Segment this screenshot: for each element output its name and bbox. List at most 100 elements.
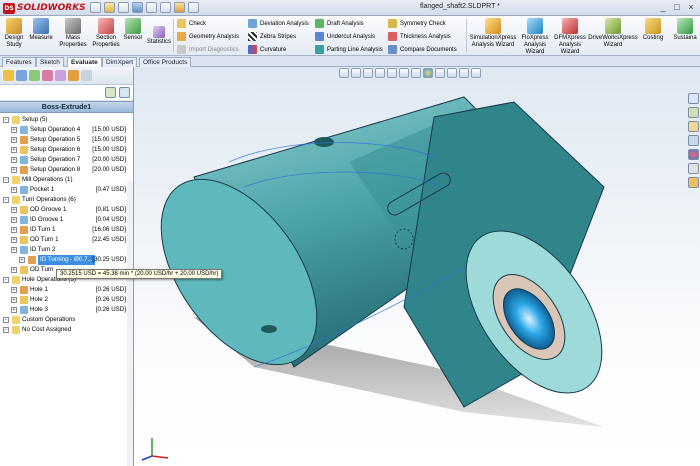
expand-toggle-icon[interactable]: − xyxy=(3,177,9,183)
tree-item[interactable]: − Setup (5) xyxy=(0,115,133,125)
expand-toggle-icon[interactable]: + xyxy=(11,207,17,213)
tree-item[interactable]: + Setup Operation 6 [15.00 USD] xyxy=(0,145,133,155)
tree-item[interactable]: + Hole 1 [0.26 USD] xyxy=(0,285,133,295)
costing-manager-icon[interactable] xyxy=(68,70,79,81)
tab-evaluate[interactable]: Evaluate xyxy=(67,57,102,67)
expand-toggle-icon[interactable]: + xyxy=(11,137,17,143)
import-diagnostics-button[interactable]: Import Diagnostics xyxy=(177,45,239,54)
display-manager-icon[interactable] xyxy=(55,70,66,81)
symmetry-check-button[interactable]: Symmetry Check xyxy=(388,19,446,28)
tree-item[interactable]: + OD Turn 1 [22.45 USD] xyxy=(0,235,133,245)
expand-toggle-icon[interactable]: − xyxy=(3,327,9,333)
graphics-area[interactable] xyxy=(134,67,700,466)
expand-toggle-icon[interactable]: + xyxy=(11,237,17,243)
expand-toggle-icon[interactable]: + xyxy=(11,217,17,223)
resources-icon[interactable] xyxy=(688,93,699,104)
expand-toggle-icon[interactable]: + xyxy=(19,257,25,263)
forward-arrow-icon[interactable] xyxy=(81,70,92,81)
tree-item[interactable]: + Pocket 1 [0.47 USD] xyxy=(0,185,133,195)
sustainability-button[interactable]: Sustaina xyxy=(670,18,700,42)
tree-item[interactable]: + ID Turn 1 [16.06 USD] xyxy=(0,225,133,235)
expand-toggle-icon[interactable]: + xyxy=(11,147,17,153)
tab-features[interactable]: Features xyxy=(2,57,36,67)
expand-toggle-icon[interactable]: + xyxy=(11,157,17,163)
expand-toggle-icon[interactable]: + xyxy=(11,167,17,173)
tree-item[interactable]: + Setup Operation 4 [15.00 USD] xyxy=(0,125,133,135)
file-explorer-icon[interactable] xyxy=(688,121,699,132)
tree-item[interactable]: − Turn Operations (6) xyxy=(0,195,133,205)
undercut-analysis-button[interactable]: Undercut Analysis xyxy=(315,32,375,41)
undo-icon[interactable] xyxy=(146,2,157,13)
section-properties-button[interactable]: Section Properties xyxy=(91,18,121,49)
select-icon[interactable] xyxy=(160,2,171,13)
tree-item[interactable]: + OD Groove 1 [0.81 USD] xyxy=(0,205,133,215)
configuration-manager-icon[interactable] xyxy=(29,70,40,81)
draft-analysis-button[interactable]: Draft Analysis xyxy=(315,19,364,28)
view-palette-icon[interactable] xyxy=(688,135,699,146)
expand-toggle-icon[interactable]: − xyxy=(3,117,9,123)
expand-toggle-icon[interactable]: + xyxy=(11,267,17,273)
measure-button[interactable]: Measure xyxy=(28,18,54,42)
appearances-icon[interactable] xyxy=(688,149,699,160)
sensor-button[interactable]: Sensor xyxy=(122,18,144,42)
help-icon[interactable] xyxy=(119,87,130,98)
simulationxpress-button[interactable]: SimulationXpress Analysis Wizard xyxy=(470,18,516,49)
custom-properties-icon[interactable] xyxy=(688,163,699,174)
driveworksxpress-button[interactable]: DriveWorksXpress Wizard xyxy=(588,18,638,49)
costing-button[interactable]: Costing xyxy=(640,18,666,42)
dfmxpress-button[interactable]: DFMXpress Analysis Wizard xyxy=(553,18,587,56)
ok-icon[interactable] xyxy=(105,87,116,98)
maximize-button[interactable]: □ xyxy=(672,2,682,12)
statistics-button[interactable]: Statistics xyxy=(146,26,172,46)
expand-toggle-icon[interactable]: + xyxy=(11,127,17,133)
save-icon[interactable] xyxy=(132,2,143,13)
expand-toggle-icon[interactable]: + xyxy=(11,227,17,233)
tree-item[interactable]: + Hole 2 [0.26 USD] xyxy=(0,295,133,305)
design-study-button[interactable]: Design Study xyxy=(3,18,25,49)
expand-toggle-icon[interactable]: − xyxy=(3,197,9,203)
dimxpert-manager-icon[interactable] xyxy=(42,70,53,81)
tree-item[interactable]: + ID Groove 1 [0.04 USD] xyxy=(0,215,133,225)
tree-item[interactable]: + ID Turning - Ø0.7... [30.25 USD] xyxy=(0,255,133,265)
minimize-button[interactable]: _ xyxy=(658,2,668,12)
expand-toggle-icon[interactable]: − xyxy=(3,277,9,283)
expand-toggle-icon[interactable]: + xyxy=(11,307,17,313)
tree-item[interactable]: + Setup Operation 7 [20.00 USD] xyxy=(0,155,133,165)
mass-properties-button[interactable]: Mass Properties xyxy=(58,18,88,49)
tab-sketch[interactable]: Sketch xyxy=(36,57,64,67)
feature-manager-icon[interactable] xyxy=(3,70,14,81)
parting-line-analysis-button[interactable]: Parting Line Analysis xyxy=(315,45,383,54)
zebra-stripes-button[interactable]: Zebra Stripes xyxy=(248,32,296,41)
part-model[interactable] xyxy=(134,67,700,466)
tree-item[interactable]: + Setup Operation 8 [20.00 USD] xyxy=(0,165,133,175)
tree-item[interactable]: + Setup Operation 5 [15.00 USD] xyxy=(0,135,133,145)
compare-documents-button[interactable]: Compare Documents xyxy=(388,45,457,54)
floxpress-button[interactable]: FloXpress Analysis Wizard xyxy=(518,18,552,56)
tree-item[interactable]: − Mill Operations (1) xyxy=(0,175,133,185)
curvature-button[interactable]: Curvature xyxy=(248,45,286,54)
rebuild-icon[interactable] xyxy=(174,2,185,13)
tab-office-products[interactable]: Office Products xyxy=(139,57,192,67)
vertical-scrollbar[interactable] xyxy=(127,181,133,466)
property-manager-icon[interactable] xyxy=(16,70,27,81)
tree-item[interactable]: + Hole 3 [0.26 USD] xyxy=(0,305,133,315)
deviation-analysis-button[interactable]: Deviation Analysis xyxy=(248,19,309,28)
geometry-analysis-button[interactable]: Geometry Analysis xyxy=(177,32,239,41)
check-button[interactable]: Check xyxy=(177,19,206,28)
open-icon[interactable] xyxy=(104,2,115,13)
expand-toggle-icon[interactable]: + xyxy=(11,247,17,253)
expand-toggle-icon[interactable]: + xyxy=(11,297,17,303)
print-icon[interactable] xyxy=(118,2,129,13)
tree-item[interactable]: − Custom Operations xyxy=(0,315,133,325)
tab-dimxpert[interactable]: DimXpert xyxy=(102,57,138,67)
solidworks-logo[interactable]: DS SOLIDWORKS xyxy=(3,2,86,14)
expand-toggle-icon[interactable]: − xyxy=(3,317,9,323)
expand-toggle-icon[interactable]: + xyxy=(11,287,17,293)
tree-item[interactable]: − No Cost Assigned xyxy=(0,325,133,335)
thickness-analysis-button[interactable]: Thickness Analysis xyxy=(388,32,451,41)
design-library-icon[interactable] xyxy=(688,107,699,118)
tree-item[interactable]: + ID Turn 2 xyxy=(0,245,133,255)
close-button[interactable]: × xyxy=(686,2,696,12)
costing-pane-icon[interactable] xyxy=(688,177,699,188)
new-icon[interactable] xyxy=(90,2,101,13)
